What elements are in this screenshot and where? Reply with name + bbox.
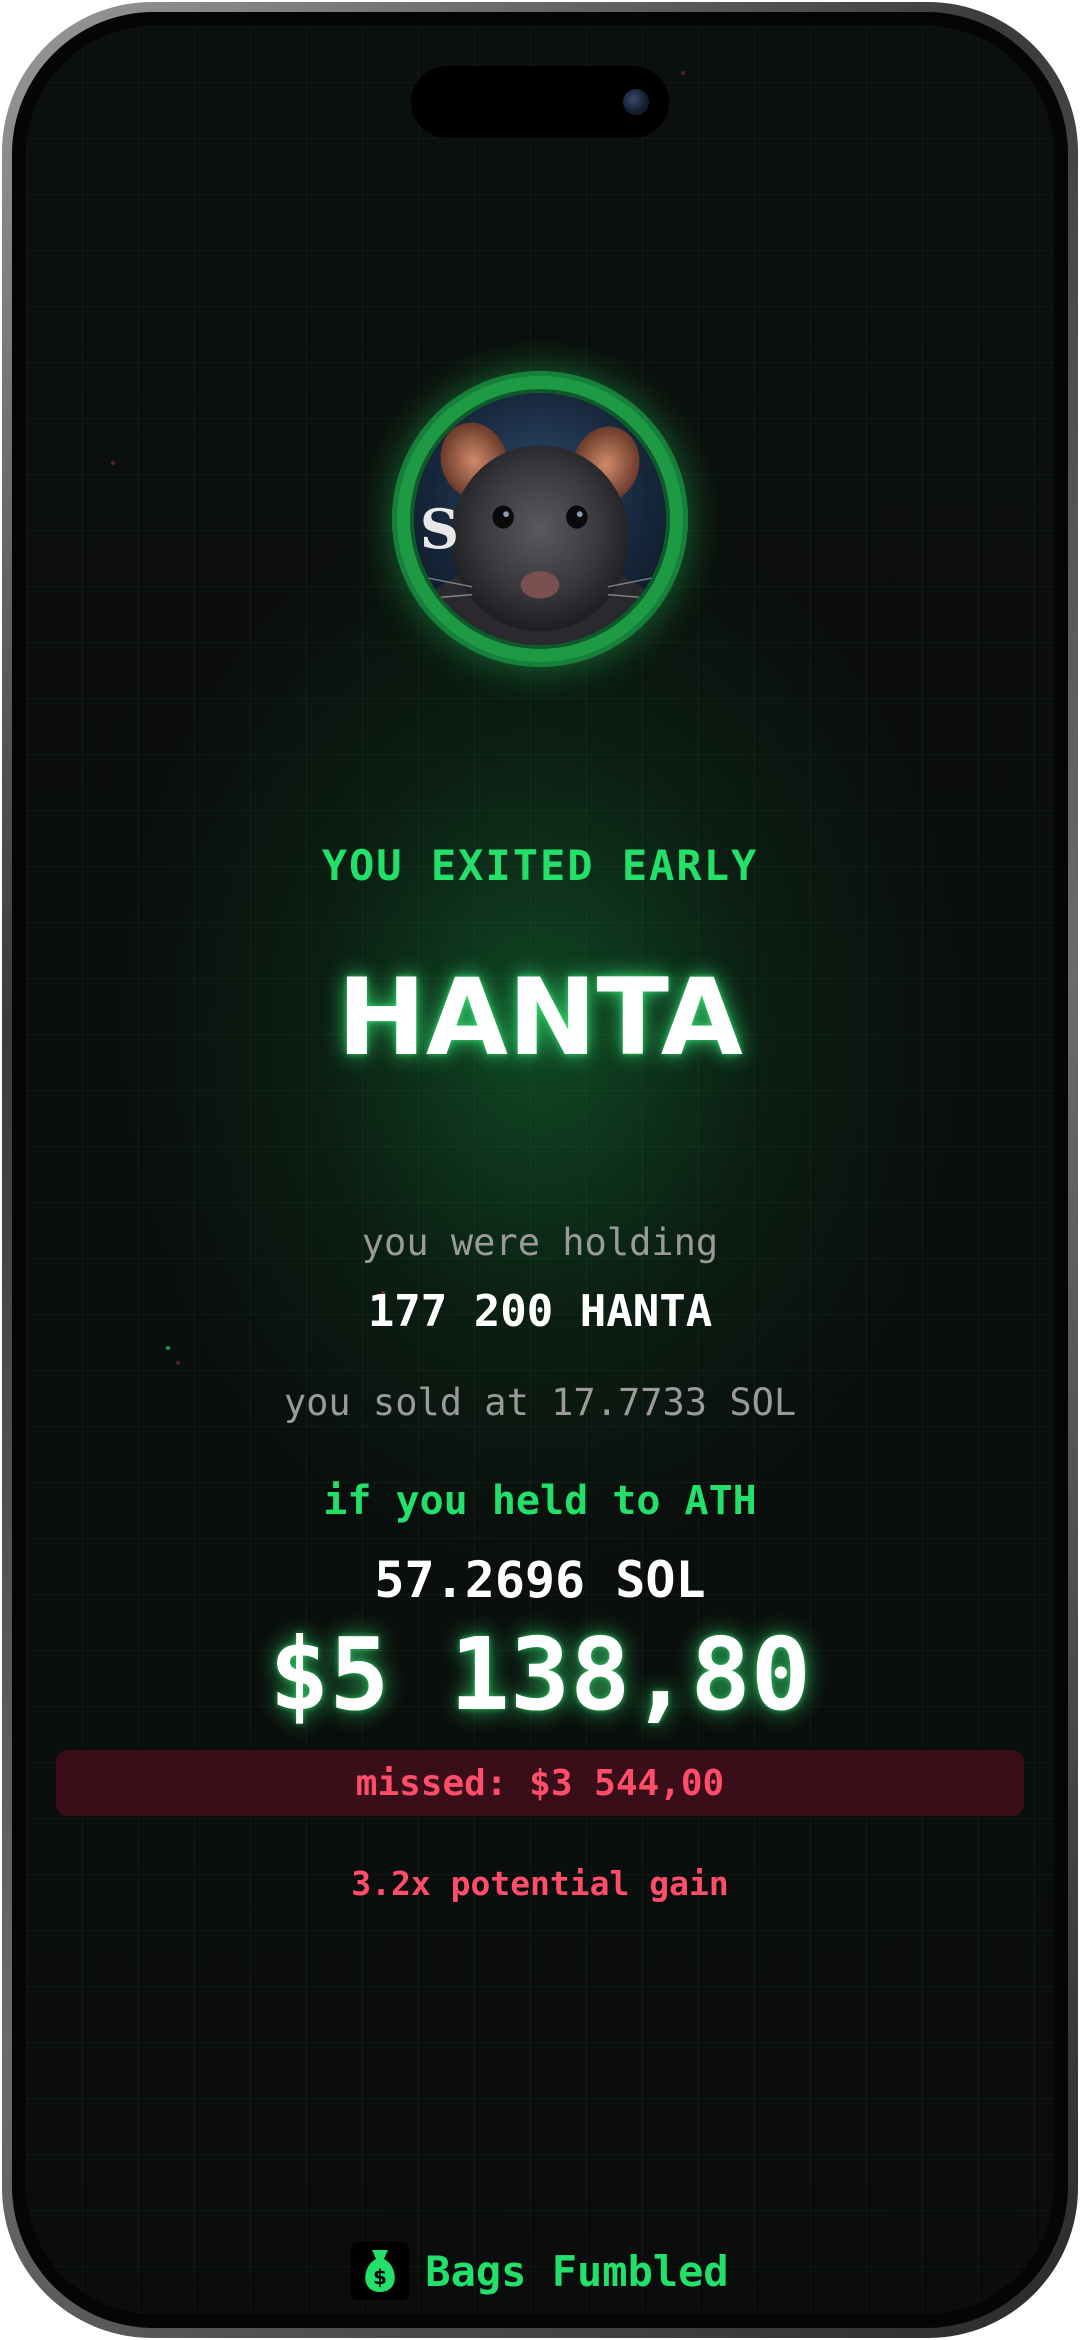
particle <box>166 1346 170 1350</box>
holding-label: you were holding <box>361 1221 719 1264</box>
rat-icon: S <box>414 422 666 645</box>
svg-text:S: S <box>420 497 459 561</box>
money-bag-icon: $ <box>351 2242 410 2300</box>
ath-sol-value: 57.2696 SOL <box>374 1551 706 1609</box>
exit-status-headline: YOU EXITED EARLY <box>321 841 759 890</box>
token-name: HANTA <box>337 956 743 1079</box>
particle <box>681 71 685 75</box>
background-grid <box>26 26 1054 2314</box>
missed-amount-banner: missed: $3 544,00 <box>56 1750 1024 1816</box>
sold-price: you sold at 17.7733 SOL <box>283 1381 797 1424</box>
dynamic-island <box>411 66 669 138</box>
particle <box>111 461 115 465</box>
svg-text:$: $ <box>373 2265 387 2289</box>
phone-bezel: S YOU EXITED EARLY HANTA you were holdin… <box>12 12 1068 2328</box>
phone-frame: S YOU EXITED EARLY HANTA you were holdin… <box>2 2 1078 2338</box>
ath-label: if you held to ATH <box>323 1478 757 1524</box>
ath-usd-value: $5 138,80 <box>269 1616 811 1733</box>
token-avatar: S <box>410 389 670 649</box>
camera-icon <box>623 89 649 115</box>
particle <box>176 1361 180 1365</box>
holding-amount: 177 200 HANTA <box>367 1286 713 1337</box>
potential-gain: 3.2x potential gain <box>351 1864 729 1903</box>
token-avatar-ring: S <box>392 371 688 667</box>
screen: S YOU EXITED EARLY HANTA you were holdin… <box>26 26 1054 2314</box>
brand-footer: $ Bags Fumbled <box>26 2242 1054 2300</box>
brand-name: Bags Fumbled <box>425 2246 729 2296</box>
